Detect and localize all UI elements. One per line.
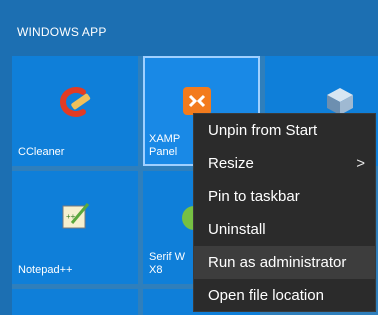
menu-item-run-as-administrator[interactable]: Run as administrator bbox=[194, 246, 375, 279]
tile-ccleaner[interactable]: CCleaner bbox=[12, 56, 138, 166]
menu-item-label: Resize bbox=[208, 155, 254, 172]
menu-item-resize[interactable]: Resize > bbox=[194, 147, 375, 180]
tile-label: Serif W X8 bbox=[149, 251, 185, 277]
ccleaner-icon bbox=[57, 84, 93, 125]
tile-label-line2: X8 bbox=[149, 264, 163, 276]
start-menu-group-title: WINDOWS APP bbox=[17, 25, 107, 39]
menu-item-open-file-location[interactable]: Open file location bbox=[194, 279, 375, 312]
tile-label-line1: Serif W bbox=[149, 251, 186, 263]
tile-partial[interactable] bbox=[12, 289, 138, 315]
tile-label: CCleaner bbox=[18, 146, 65, 158]
menu-item-pin-to-taskbar[interactable]: Pin to taskbar bbox=[194, 180, 375, 213]
tile-label: Notepad++ bbox=[18, 264, 73, 276]
chevron-right-icon: > bbox=[356, 155, 365, 172]
tile-label: XAMP Panel bbox=[149, 133, 180, 159]
notepad-plus-plus-icon: ++ bbox=[60, 201, 90, 236]
tile-label-line1: XAMP bbox=[149, 133, 181, 145]
menu-item-unpin-from-start[interactable]: Unpin from Start bbox=[194, 114, 375, 147]
context-menu: Unpin from Start Resize > Pin to taskbar… bbox=[193, 113, 376, 312]
tile-label-line2: Panel bbox=[149, 146, 178, 158]
menu-item-uninstall[interactable]: Uninstall bbox=[194, 213, 375, 246]
tile-notepad-plus-plus[interactable]: ++ Notepad++ bbox=[12, 171, 138, 284]
